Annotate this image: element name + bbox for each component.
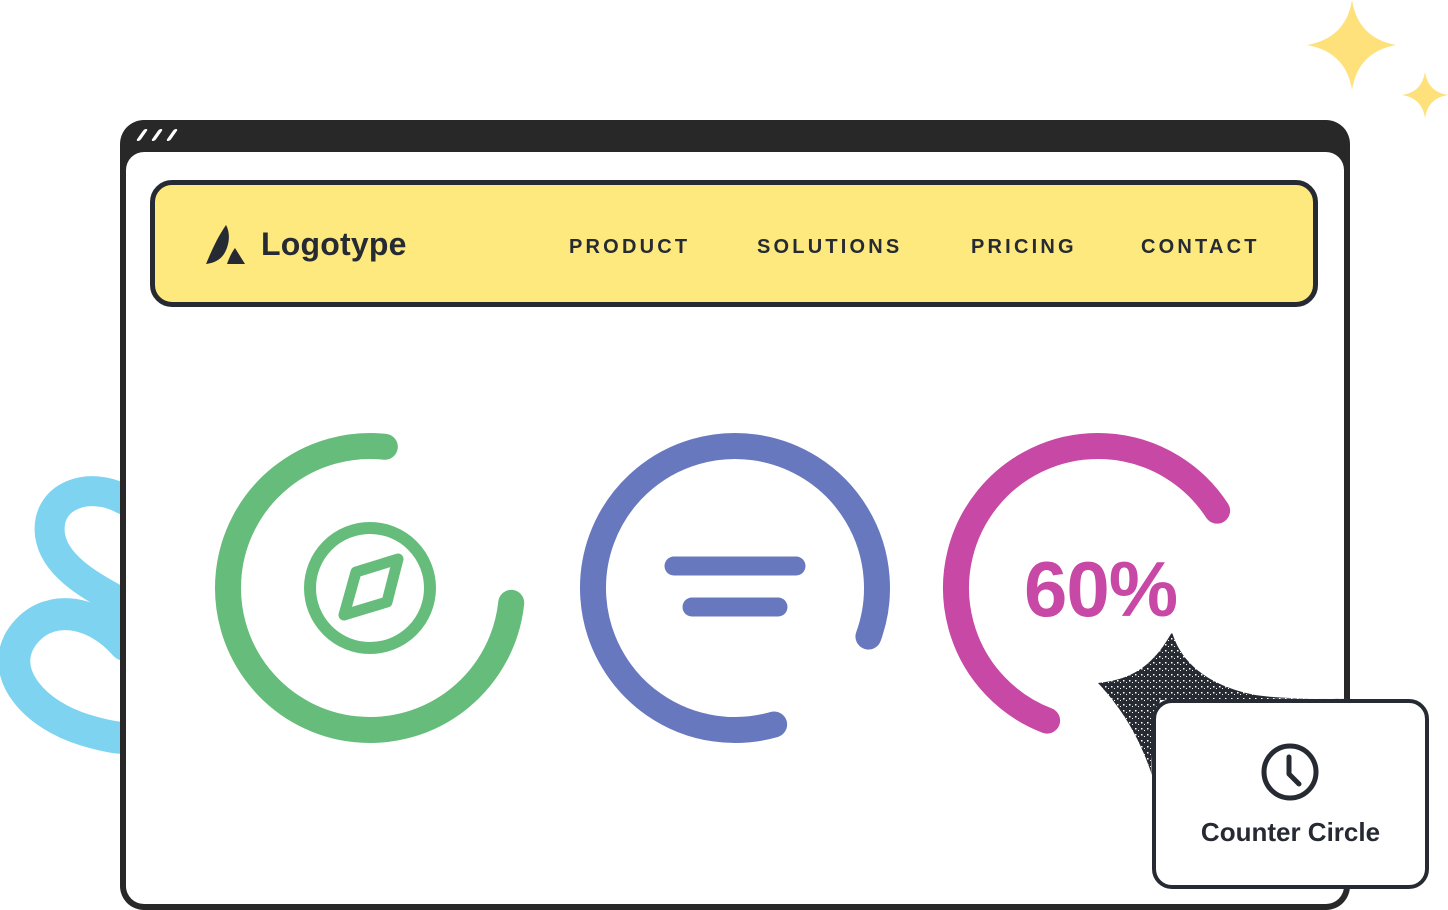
card-label: Counter Circle [1200, 817, 1381, 847]
menu-counter-arc [580, 433, 890, 743]
compass-icon [304, 522, 436, 654]
progress-percent-label: 60% [1024, 545, 1178, 633]
counter-circle-card[interactable]: Counter Circle [1152, 699, 1429, 889]
compass-counter-arc [215, 433, 525, 743]
menu-lines-icon [664, 556, 806, 617]
clock-icon [1261, 743, 1319, 801]
